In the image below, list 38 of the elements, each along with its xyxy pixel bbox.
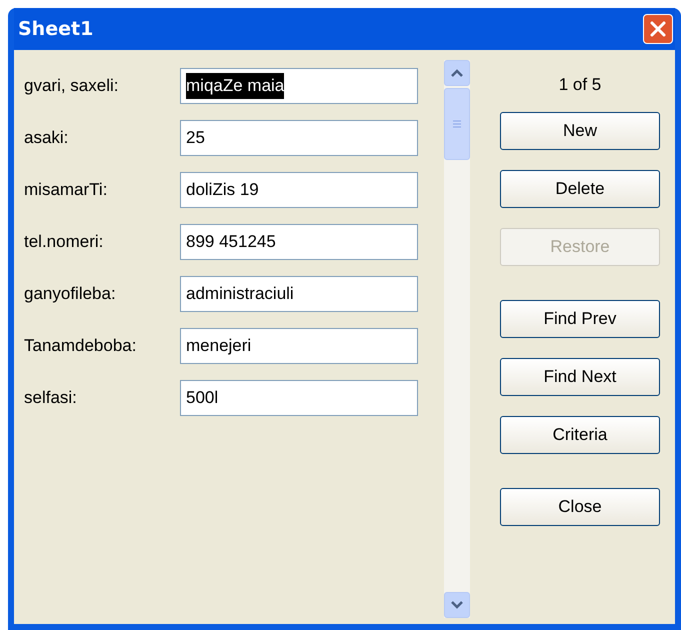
field-label: ganyofileba:	[24, 283, 117, 306]
field-label: misamarTi:	[24, 179, 108, 202]
field-label: gvari, saxeli:	[24, 75, 120, 98]
field-label: Tanamdeboba:	[24, 335, 138, 358]
dialog-button[interactable]: Find Next	[500, 358, 660, 396]
scroll-down-button[interactable]	[444, 592, 470, 618]
dialog-button[interactable]: Criteria	[500, 416, 660, 454]
scroll-thumb[interactable]	[444, 88, 470, 160]
input-field[interactable]: 500l	[180, 380, 418, 416]
window-title: Sheet1	[18, 16, 94, 42]
input-field[interactable]: 899 451245	[180, 224, 418, 260]
record-counter: 1 of 5	[558, 74, 602, 96]
field-value: administraciuli	[186, 283, 294, 306]
dialog-button[interactable]: New	[500, 112, 660, 150]
scrollbar[interactable]	[444, 60, 470, 618]
field-label: tel.nomeri:	[24, 231, 104, 254]
field-value: menejeri	[186, 335, 252, 358]
close-button[interactable]	[643, 14, 673, 44]
input-field[interactable]: menejeri	[180, 328, 418, 364]
input-field[interactable]: miqaZe maia	[180, 68, 418, 104]
field-value: miqaZe maia	[186, 73, 284, 99]
caret-down-icon	[451, 601, 463, 609]
close-icon	[649, 20, 667, 38]
field-value: 500l	[186, 387, 218, 410]
field-value: 25	[186, 127, 205, 150]
field-label: selfasi:	[24, 387, 78, 410]
caret-up-icon	[451, 69, 463, 77]
dialog-button[interactable]: Close	[500, 488, 660, 526]
field-label: asaki:	[24, 127, 70, 150]
dialog-button[interactable]: Find Prev	[500, 300, 660, 338]
dialog-button[interactable]: Delete	[500, 170, 660, 208]
grip-icon	[453, 120, 461, 128]
input-field[interactable]: 25	[180, 120, 418, 156]
field-value: 899 451245	[186, 231, 276, 254]
field-value: doliZis 19	[186, 179, 259, 202]
scroll-up-button[interactable]	[444, 60, 470, 86]
input-field[interactable]: administraciuli	[180, 276, 418, 312]
input-field[interactable]: doliZis 19	[180, 172, 418, 208]
